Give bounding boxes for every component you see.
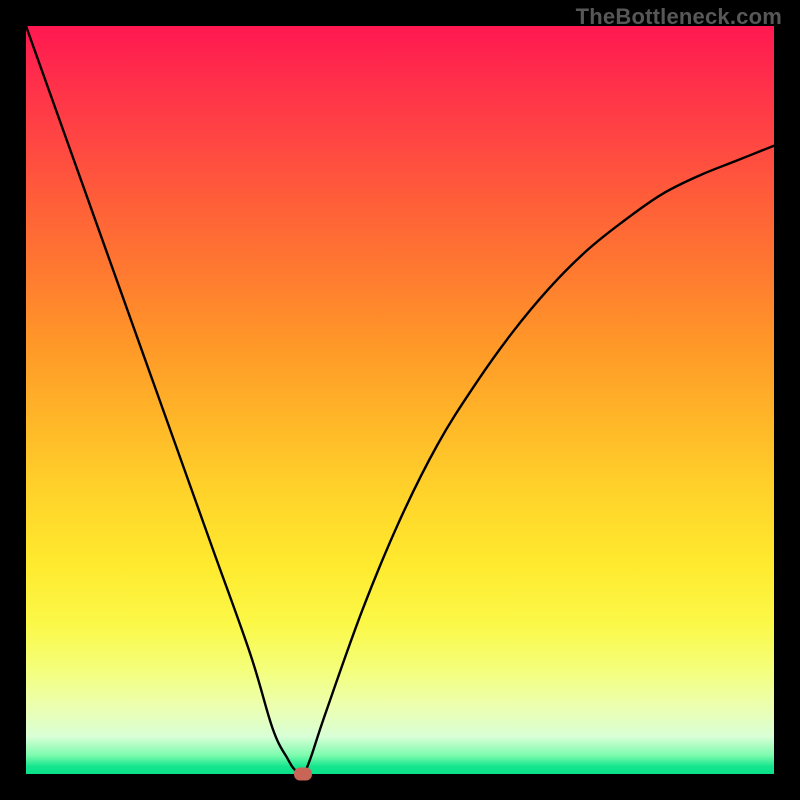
plot-area bbox=[26, 26, 774, 774]
watermark-text: TheBottleneck.com bbox=[576, 4, 782, 30]
chart-frame: TheBottleneck.com bbox=[0, 0, 800, 800]
bottleneck-curve bbox=[26, 26, 774, 774]
min-point-marker bbox=[294, 768, 312, 781]
